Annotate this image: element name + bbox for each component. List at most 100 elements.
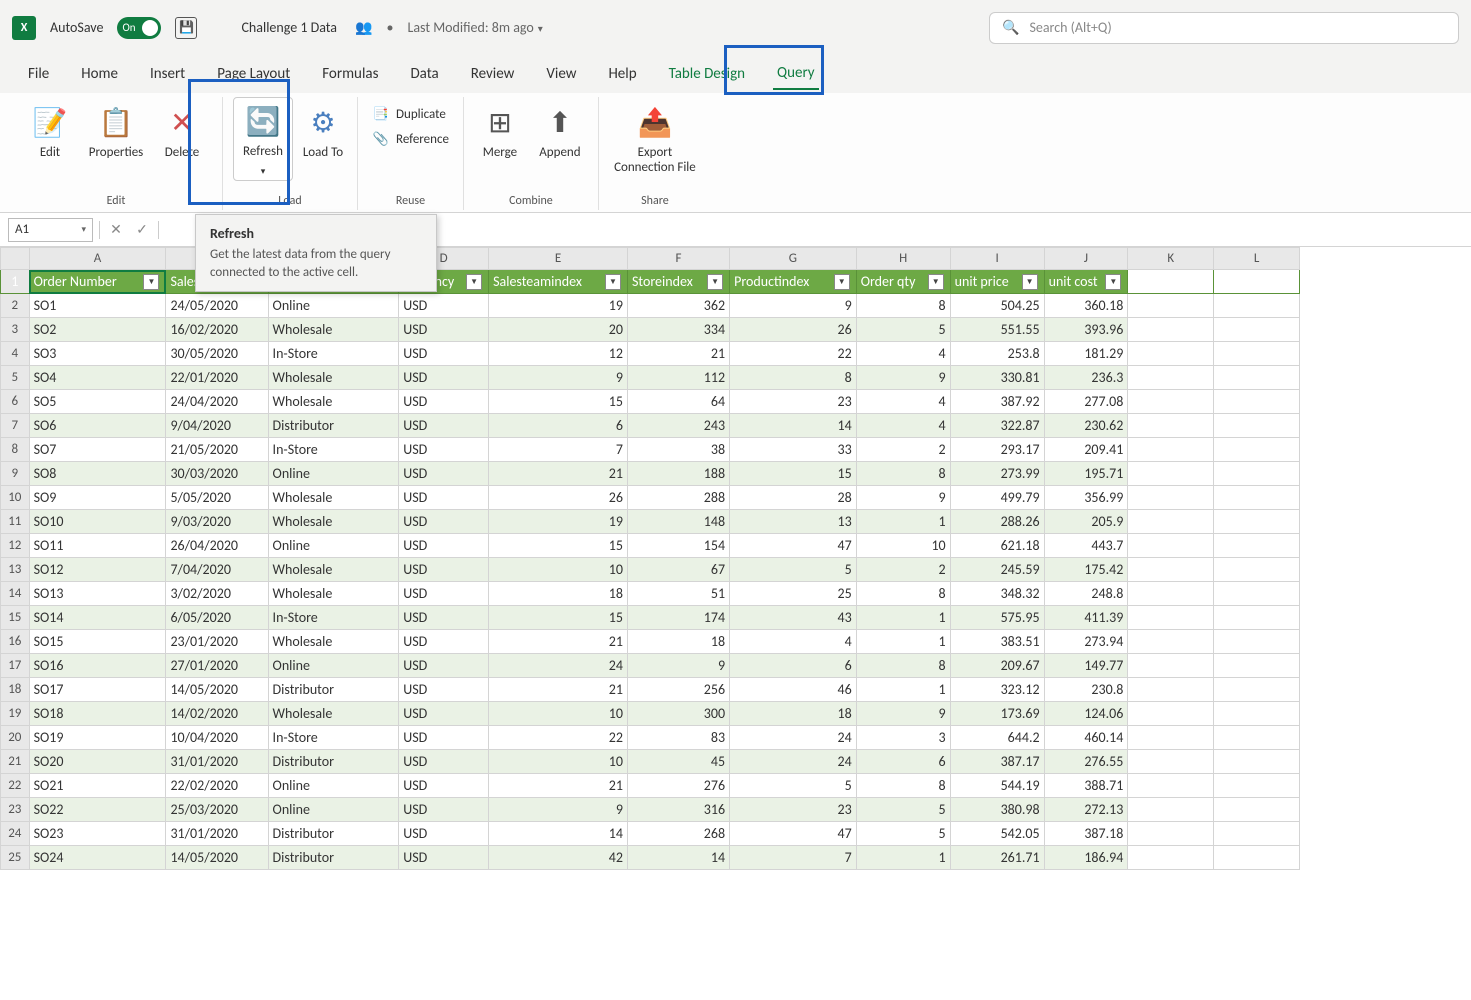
cell[interactable]: 30/03/2020	[166, 462, 268, 486]
reference-button[interactable]: 📎 Reference	[368, 130, 453, 149]
tab-formulas[interactable]: Formulas	[318, 59, 382, 89]
cell[interactable]	[1214, 606, 1300, 630]
cell[interactable]: 83	[627, 726, 729, 750]
search-box[interactable]: 🔍 Search (Alt+Q)	[989, 12, 1459, 44]
cell[interactable]: USD	[399, 846, 489, 870]
cell[interactable]	[1214, 438, 1300, 462]
cell[interactable]: 15	[489, 390, 628, 414]
cell[interactable]	[1214, 294, 1300, 318]
tab-data[interactable]: Data	[406, 59, 442, 89]
cell[interactable]: Wholesale	[268, 390, 399, 414]
cell[interactable]: SO3	[29, 342, 166, 366]
cell[interactable]	[1128, 534, 1214, 558]
cell[interactable]	[1214, 342, 1300, 366]
cell[interactable]: 14	[627, 846, 729, 870]
cell[interactable]: SO11	[29, 534, 166, 558]
cell[interactable]: Online	[268, 654, 399, 678]
cell[interactable]: 38	[627, 438, 729, 462]
col-A[interactable]: A	[29, 248, 166, 270]
cell[interactable]: 499.79	[950, 486, 1044, 510]
cell[interactable]: SO10	[29, 510, 166, 534]
cell[interactable]: SO13	[29, 582, 166, 606]
cell[interactable]	[1128, 846, 1214, 870]
cell[interactable]: 28	[730, 486, 857, 510]
cell[interactable]: 14	[730, 414, 857, 438]
cell[interactable]: 460.14	[1044, 726, 1128, 750]
cell[interactable]: 9	[730, 294, 857, 318]
cell[interactable]: 21	[489, 678, 628, 702]
cell[interactable]: 22/01/2020	[166, 366, 268, 390]
last-modified-dropdown[interactable]: Last Modified: 8m ago	[407, 19, 542, 36]
cell[interactable]: 15	[489, 534, 628, 558]
cell[interactable]: 7/04/2020	[166, 558, 268, 582]
cell[interactable]: 261.71	[950, 846, 1044, 870]
cell[interactable]: 6/05/2020	[166, 606, 268, 630]
cell[interactable]: 21	[489, 630, 628, 654]
cell[interactable]	[1128, 270, 1214, 294]
cell[interactable]: USD	[399, 510, 489, 534]
cell[interactable]	[1128, 294, 1214, 318]
cell[interactable]: 47	[730, 534, 857, 558]
cell[interactable]: 316	[627, 798, 729, 822]
autosave-toggle[interactable]: On	[117, 17, 161, 39]
cell[interactable]: 23	[730, 390, 857, 414]
row-header[interactable]: 8	[1, 438, 30, 462]
cell[interactable]: SO18	[29, 702, 166, 726]
row-header[interactable]: 12	[1, 534, 30, 558]
cell[interactable]: 393.96	[1044, 318, 1128, 342]
table-header-cell[interactable]: unit cost▼	[1044, 270, 1128, 294]
cell[interactable]: 148	[627, 510, 729, 534]
col-G[interactable]: G	[730, 248, 857, 270]
cell[interactable]: 64	[627, 390, 729, 414]
cell[interactable]: 360.18	[1044, 294, 1128, 318]
cell[interactable]: Wholesale	[268, 582, 399, 606]
cell[interactable]: 22	[730, 342, 857, 366]
cell[interactable]: SO24	[29, 846, 166, 870]
cell[interactable]: 4	[856, 414, 950, 438]
cell[interactable]: USD	[399, 678, 489, 702]
cell[interactable]: 5	[730, 558, 857, 582]
cell[interactable]: USD	[399, 702, 489, 726]
cell[interactable]: SO8	[29, 462, 166, 486]
cell[interactable]: 7	[730, 846, 857, 870]
tab-table-design[interactable]: Table Design	[665, 59, 749, 89]
row-header[interactable]: 1	[1, 270, 30, 294]
cell[interactable]: 45	[627, 750, 729, 774]
cell[interactable]: 42	[489, 846, 628, 870]
cell[interactable]: Wholesale	[268, 558, 399, 582]
cell[interactable]: USD	[399, 582, 489, 606]
cell[interactable]	[1214, 702, 1300, 726]
cell[interactable]	[1128, 702, 1214, 726]
cancel-formula-icon[interactable]: ✕	[106, 221, 126, 238]
cell[interactable]: Distributor	[268, 750, 399, 774]
cell[interactable]: Wholesale	[268, 510, 399, 534]
cell[interactable]: 3/02/2020	[166, 582, 268, 606]
cell[interactable]: 245.59	[950, 558, 1044, 582]
export-connection-file-button[interactable]: 📤 Export Connection File	[609, 97, 701, 175]
cell[interactable]: 362	[627, 294, 729, 318]
filter-dropdown-icon[interactable]: ▼	[834, 274, 850, 290]
cell[interactable]: USD	[399, 822, 489, 846]
cell[interactable]: USD	[399, 726, 489, 750]
cell[interactable]: USD	[399, 294, 489, 318]
cell[interactable]: Wholesale	[268, 366, 399, 390]
cell[interactable]: 20	[489, 318, 628, 342]
row-header[interactable]: 6	[1, 390, 30, 414]
cell[interactable]: 9	[856, 702, 950, 726]
cell[interactable]: USD	[399, 630, 489, 654]
cell[interactable]: Online	[268, 798, 399, 822]
cell[interactable]: 8	[856, 774, 950, 798]
tab-file[interactable]: File	[24, 59, 53, 89]
cell[interactable]	[1128, 510, 1214, 534]
col-K[interactable]: K	[1128, 248, 1214, 270]
row-header[interactable]: 16	[1, 630, 30, 654]
filter-dropdown-icon[interactable]: ▼	[143, 274, 159, 290]
cell[interactable]: 209.41	[1044, 438, 1128, 462]
table-header-cell[interactable]: Order Number▼	[29, 270, 166, 294]
table-header-cell[interactable]: unit price▼	[950, 270, 1044, 294]
cell[interactable]: 542.05	[950, 822, 1044, 846]
cell[interactable]: 330.81	[950, 366, 1044, 390]
cell[interactable]: Wholesale	[268, 702, 399, 726]
row-header[interactable]: 3	[1, 318, 30, 342]
document-name[interactable]: Challenge 1 Data	[241, 19, 337, 36]
